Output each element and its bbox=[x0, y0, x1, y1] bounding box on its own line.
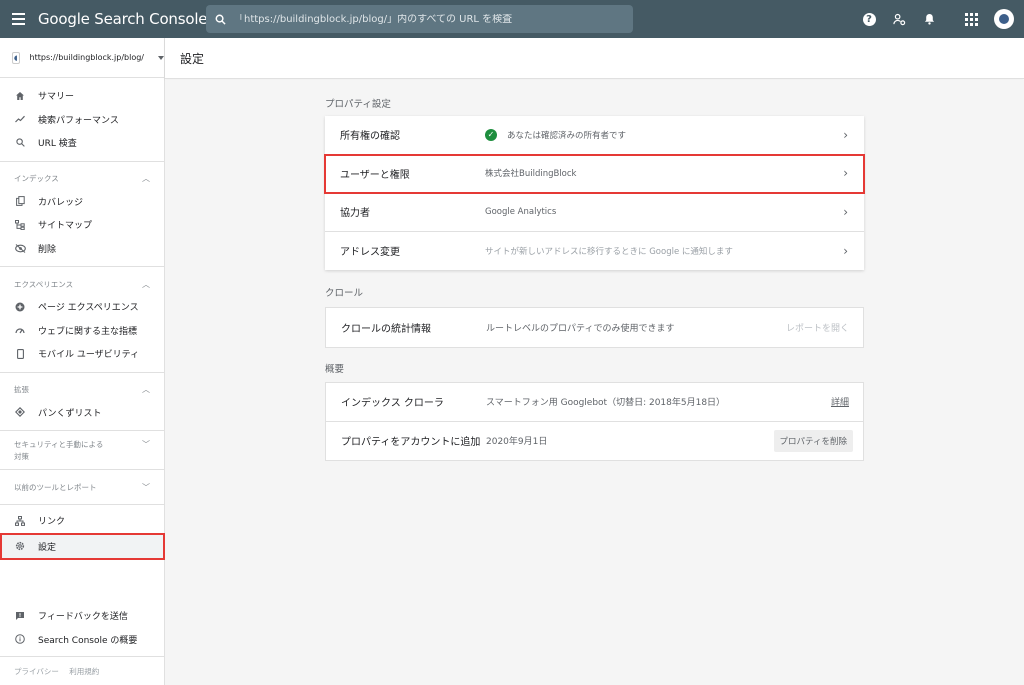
sidebar-item-core-web-vitals[interactable]: ウェブに関する主な指標 bbox=[0, 319, 164, 343]
feedback-icon bbox=[14, 611, 26, 621]
coverage-icon bbox=[14, 196, 26, 207]
property-added-date: 2020年9月1日 bbox=[486, 437, 548, 448]
speedometer-icon bbox=[14, 326, 26, 334]
page-experience-icon bbox=[14, 302, 26, 312]
sidebar-item-url-inspection[interactable]: URL 検査 bbox=[0, 131, 164, 155]
chevron-right-icon: › bbox=[843, 166, 848, 181]
home-icon bbox=[14, 91, 26, 101]
group-header-experience[interactable]: エクスペリエンス ︿ bbox=[0, 273, 164, 295]
menu-icon[interactable] bbox=[12, 13, 32, 25]
sidebar-item-performance[interactable]: 検索パフォーマンス bbox=[0, 108, 164, 132]
breadcrumbs-icon bbox=[14, 407, 26, 418]
search-icon bbox=[206, 14, 234, 25]
removals-icon bbox=[14, 243, 26, 253]
chevron-down-icon: ﹀ bbox=[142, 440, 150, 449]
sidebar-footer-nav: フィードバックを送信 Search Console の概要 bbox=[0, 604, 164, 651]
sidebar-item-feedback[interactable]: フィードバックを送信 bbox=[0, 604, 164, 628]
overview-card: インデックス クローラ スマートフォン用 Googlebot（切替日: 2018… bbox=[325, 382, 864, 461]
top-app-bar: Google Search Console ? bbox=[0, 0, 1024, 38]
crawl-card: クロールの統計情報 ルートレベルのプロパティでのみ使用できます レポートを開く bbox=[325, 307, 864, 348]
sidebar-item-summary[interactable]: サマリー bbox=[0, 84, 164, 108]
help-icon[interactable]: ? bbox=[854, 4, 884, 34]
chevron-up-icon: ︿ bbox=[142, 279, 150, 289]
row-users-and-permissions[interactable]: ユーザーと権限 株式会社BuildingBlock › bbox=[324, 153, 865, 194]
row-ownership-verification[interactable]: 所有権の確認 ✓ あなたは確認済みの所有者です › bbox=[325, 116, 864, 155]
property-logo-icon: ◖ bbox=[12, 51, 20, 64]
section-title-crawl: クロール bbox=[325, 288, 364, 299]
change-of-address-value: サイトが新しいアドレスに移行するときに Google に通知します bbox=[485, 246, 733, 257]
property-settings-card: 所有権の確認 ✓ あなたは確認済みの所有者です › ユーザーと権限 株式会社Bu… bbox=[324, 116, 865, 271]
associations-value: Google Analytics bbox=[485, 206, 557, 217]
remove-property-button[interactable]: プロパティを削除 bbox=[773, 429, 853, 452]
check-circle-icon: ✓ bbox=[485, 128, 497, 141]
apps-grid-icon[interactable] bbox=[956, 4, 986, 34]
row-property-added: プロパティをアカウントに追加 2020年9月1日 プロパティを削除 bbox=[326, 422, 863, 461]
sidebar-item-sitemaps[interactable]: サイトマップ bbox=[0, 213, 164, 237]
info-icon bbox=[14, 634, 26, 645]
manage-users-icon[interactable] bbox=[884, 4, 914, 34]
details-link[interactable]: 詳細 bbox=[831, 395, 849, 408]
group-header-security[interactable]: セキュリティと手動による対策 ﹀ bbox=[0, 435, 164, 465]
page-header: 設定 bbox=[165, 38, 1024, 79]
caret-down-icon bbox=[158, 55, 164, 60]
bell-icon[interactable] bbox=[914, 4, 944, 34]
nav-group-security: セキュリティと手動による対策 ﹀ bbox=[0, 431, 164, 470]
chevron-right-icon: › bbox=[843, 243, 848, 258]
sidebar-item-links[interactable]: リンク bbox=[0, 509, 164, 533]
avatar[interactable] bbox=[994, 9, 1014, 29]
row-change-of-address[interactable]: アドレス変更 サイトが新しいアドレスに移行するときに Google に通知します… bbox=[325, 232, 864, 271]
sitemap-icon bbox=[14, 219, 26, 230]
nav-group-enhancements: 拡張 ︿ パンくずリスト bbox=[0, 373, 164, 431]
section-title-property-settings: プロパティ設定 bbox=[325, 99, 391, 110]
search-input[interactable] bbox=[234, 13, 624, 25]
mobile-icon bbox=[14, 348, 26, 359]
nav-group-index: インデックス ︿ カバレッジ サイトマップ 削除 bbox=[0, 162, 164, 267]
chevron-up-icon: ︿ bbox=[142, 385, 150, 394]
chevron-down-icon: ﹀ bbox=[142, 482, 150, 492]
sidebar-item-removals[interactable]: 削除 bbox=[0, 237, 164, 261]
open-report-link: レポートを開く bbox=[785, 323, 849, 334]
sidebar-item-settings[interactable]: 設定 bbox=[0, 532, 165, 560]
sidebar-item-coverage[interactable]: カバレッジ bbox=[0, 190, 164, 214]
sidebar-legal: プライバシー 利用規約 bbox=[0, 656, 164, 685]
group-header-enhancements[interactable]: 拡張 ︿ bbox=[0, 379, 164, 401]
users-value: 株式会社BuildingBlock bbox=[485, 169, 577, 180]
app-title[interactable]: Google Search Console bbox=[38, 10, 208, 28]
sidebar-item-page-experience[interactable]: ページ エクスペリエンス bbox=[0, 295, 164, 319]
nav-group-bottom: リンク 設定 bbox=[0, 505, 165, 560]
property-url: https://buildingblock.jp/blog/ bbox=[29, 53, 144, 62]
terms-link[interactable]: 利用規約 bbox=[69, 667, 99, 676]
nav-group-main: サマリー 検索パフォーマンス URL 検査 bbox=[0, 78, 164, 162]
chevron-up-icon: ︿ bbox=[142, 174, 150, 183]
links-icon bbox=[14, 515, 26, 526]
crawler-value: スマートフォン用 Googlebot（切替日: 2018年5月18日） bbox=[486, 398, 726, 409]
section-title-overview: 概要 bbox=[325, 364, 345, 375]
chevron-right-icon: › bbox=[843, 204, 848, 219]
sidebar-item-about[interactable]: Search Console の概要 bbox=[0, 628, 164, 652]
crawl-stats-value: ルートレベルのプロパティでのみ使用できます bbox=[486, 323, 675, 334]
group-header-legacy[interactable]: 以前のツールとレポート ﹀ bbox=[0, 476, 164, 498]
chevron-right-icon: › bbox=[843, 127, 848, 142]
page-title: 設定 bbox=[180, 51, 205, 66]
gear-icon bbox=[14, 541, 26, 551]
trending-up-icon bbox=[14, 115, 26, 123]
sidebar-item-breadcrumbs[interactable]: パンくずリスト bbox=[0, 401, 164, 425]
url-inspection-search[interactable] bbox=[206, 5, 633, 33]
group-header-index[interactable]: インデックス ︿ bbox=[0, 168, 164, 190]
ownership-status: あなたは確認済みの所有者です bbox=[507, 130, 627, 141]
row-associations[interactable]: 協力者 Google Analytics › bbox=[325, 193, 864, 232]
nav-group-legacy: 以前のツールとレポート ﹀ bbox=[0, 470, 164, 505]
row-crawl-stats: クロールの統計情報 ルートレベルのプロパティでのみ使用できます レポートを開く bbox=[326, 308, 863, 347]
sidebar: ◖ https://buildingblock.jp/blog/ サマリー 検索… bbox=[0, 38, 165, 685]
property-selector[interactable]: ◖ https://buildingblock.jp/blog/ bbox=[0, 38, 164, 78]
privacy-link[interactable]: プライバシー bbox=[14, 667, 59, 676]
search-icon bbox=[14, 138, 26, 148]
row-index-crawler: インデックス クローラ スマートフォン用 Googlebot（切替日: 2018… bbox=[326, 383, 863, 422]
nav-group-experience: エクスペリエンス ︿ ページ エクスペリエンス ウェブに関する主な指標 モバイル… bbox=[0, 267, 164, 373]
sidebar-item-mobile-usability[interactable]: モバイル ユーザビリティ bbox=[0, 342, 164, 366]
